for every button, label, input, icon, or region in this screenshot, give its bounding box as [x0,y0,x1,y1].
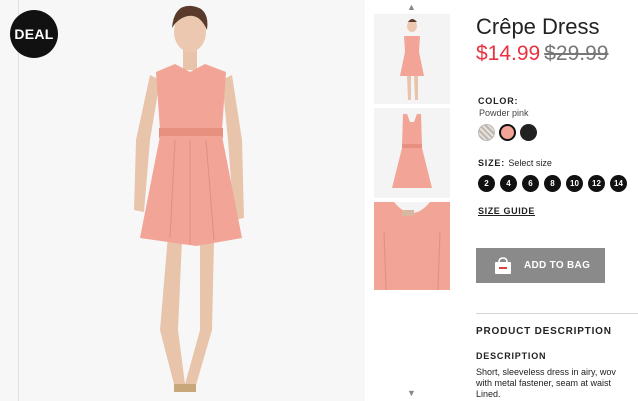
main-product-image[interactable]: DEAL [0,0,365,401]
model-photo [134,5,244,392]
swatch-patterned[interactable] [478,124,495,141]
size-option-6[interactable]: 6 [522,175,539,192]
size-option-8[interactable]: 8 [544,175,561,192]
thumbnail-2[interactable] [374,108,450,198]
size-options: 2 4 6 8 10 12 14 [478,175,627,192]
product-description-heading[interactable]: PRODUCT DESCRIPTION [476,326,612,337]
image-edge-line [18,0,19,401]
thumbnail-1[interactable] [374,14,450,104]
thumbnail-3[interactable] [374,202,450,290]
product-info-panel: Crêpe Dress $14.99 $29.99 COLOR: Powder p… [476,0,638,401]
description-text: Short, sleeveless dress in airy, wov wit… [476,367,616,400]
color-swatches [478,124,537,141]
shopping-bag-icon [495,256,511,274]
deal-badge: DEAL [10,10,58,58]
size-label: SIZE: [478,158,506,168]
selected-color-name: Powder pink [479,108,529,118]
size-prompt: Select size [508,158,552,168]
chevron-down-icon[interactable]: ▼ [407,388,416,398]
swatch-black[interactable] [520,124,537,141]
swatch-powder-pink[interactable] [499,124,516,141]
size-label-row: SIZE: Select size [478,158,552,168]
size-option-10[interactable]: 10 [566,175,583,192]
sale-price: $14.99 [476,42,541,65]
size-option-4[interactable]: 4 [500,175,517,192]
add-to-bag-button[interactable]: ADD TO BAG [476,248,605,283]
description-line: Short, sleeveless dress in airy, wov [476,367,616,377]
thumb-dress-image [392,114,432,188]
color-label: COLOR: [478,96,519,106]
price-row: $14.99 $29.99 [476,42,608,66]
thumb-model-image [400,19,424,100]
description-line: Lined. [476,389,501,399]
thumb-detail-image [374,202,450,290]
description-line: with metal fastener, seam at waist [476,378,612,388]
size-option-12[interactable]: 12 [588,175,605,192]
section-divider [476,313,638,314]
thumbnail-strip: ▲ ▼ [372,0,452,401]
add-to-bag-label: ADD TO BAG [524,260,591,271]
original-price: $29.99 [544,42,609,65]
product-title: Crêpe Dress [476,14,600,39]
chevron-up-icon[interactable]: ▲ [407,2,416,12]
size-option-14[interactable]: 14 [610,175,627,192]
description-heading: DESCRIPTION [476,351,547,361]
size-guide-link[interactable]: SIZE GUIDE [478,206,535,216]
size-option-2[interactable]: 2 [478,175,495,192]
